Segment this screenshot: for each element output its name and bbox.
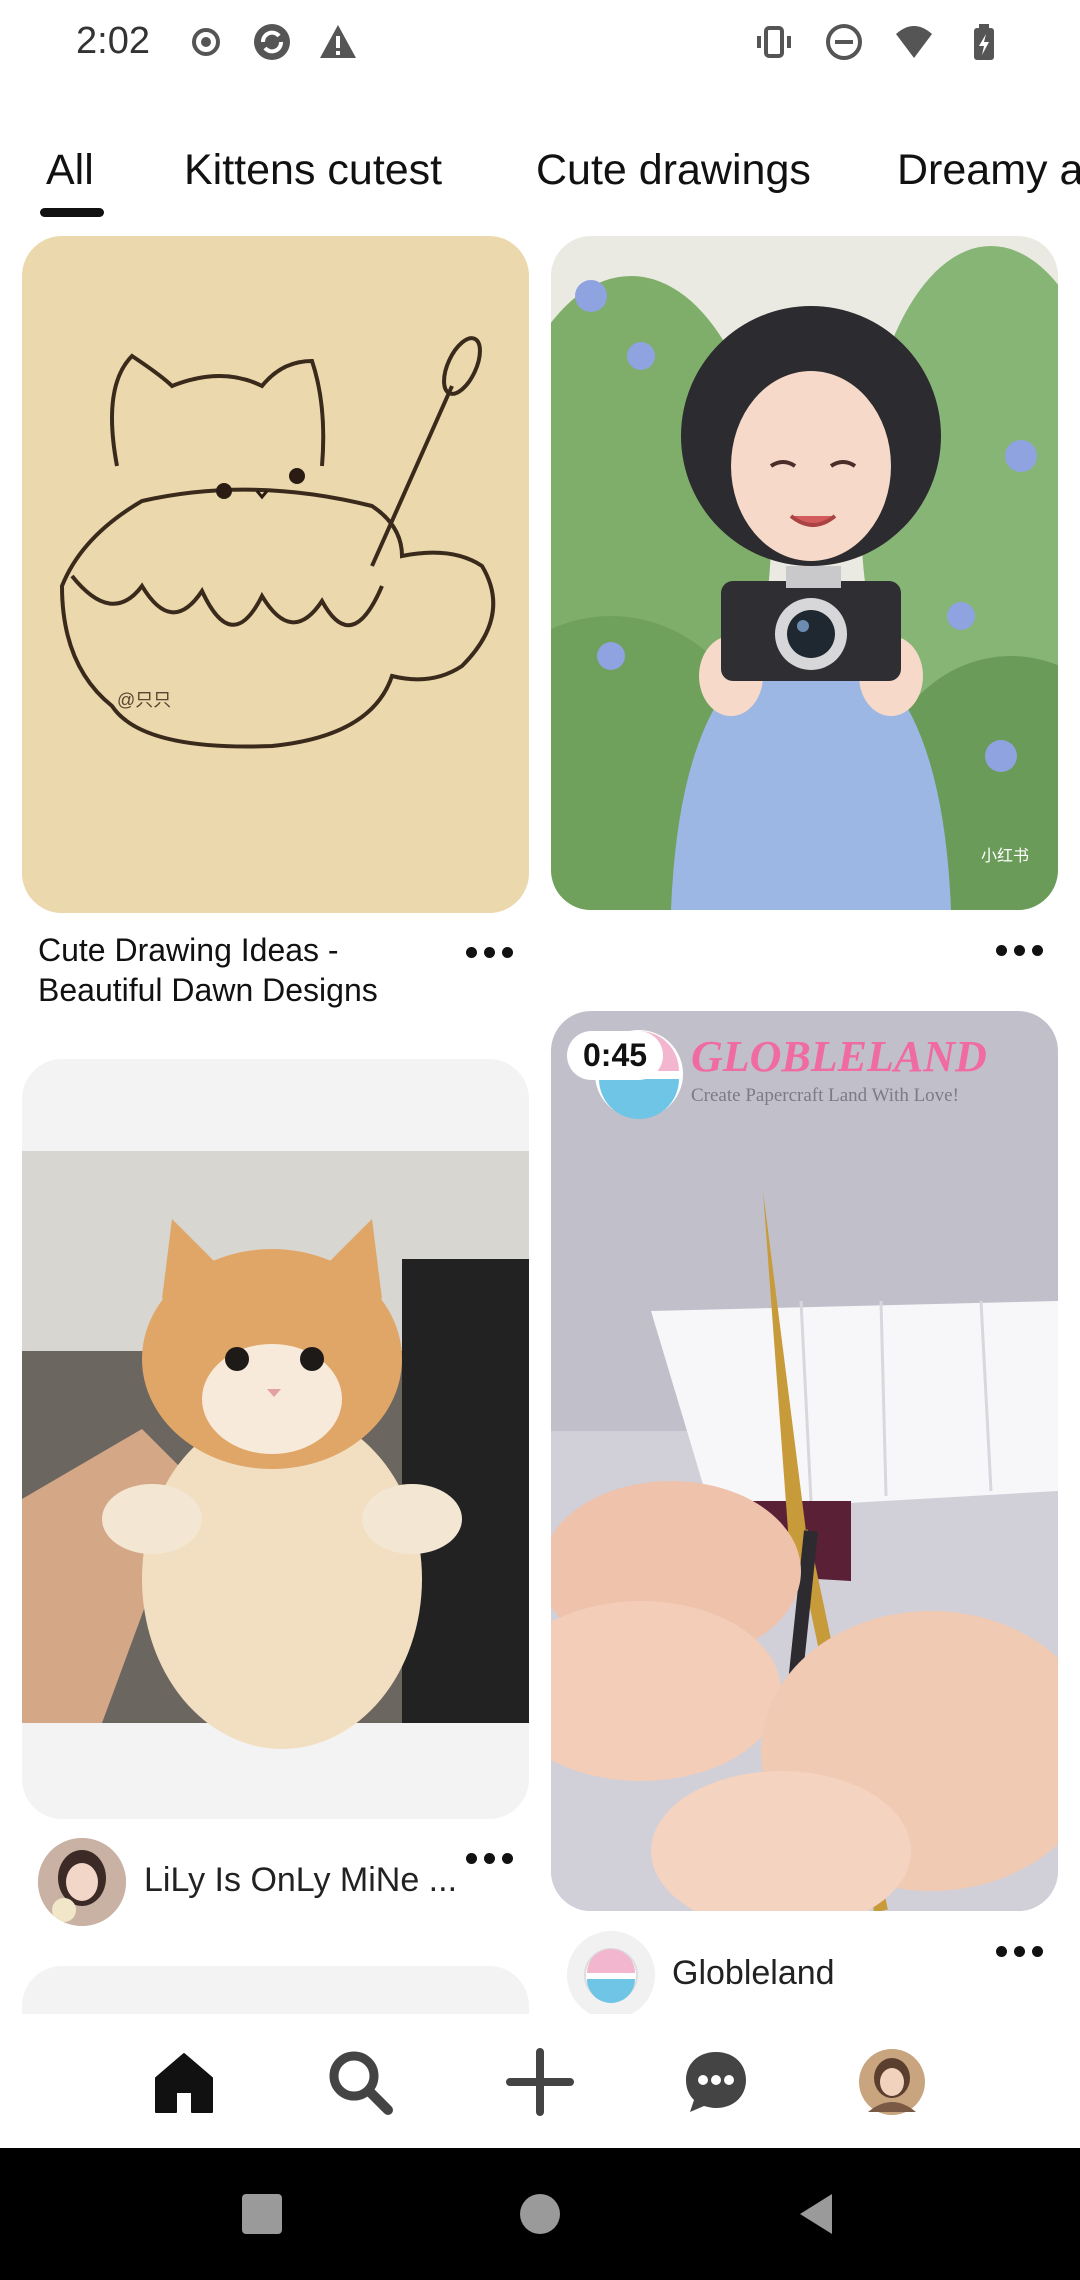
active-tab-indicator [40, 208, 104, 217]
pin-cat-cup-image[interactable]: @只只 [22, 236, 529, 913]
svg-text:@只只: @只只 [117, 690, 171, 710]
status-time: 2:02 [76, 20, 150, 62]
home-icon[interactable] [146, 2044, 222, 2120]
wifi-icon [896, 26, 932, 58]
pin-kitten-author-avatar[interactable] [38, 1838, 126, 1926]
system-navigation-bar [0, 2148, 1080, 2280]
pin-girl-camera-more-button[interactable] [996, 940, 1044, 960]
status-bar: 2:02 [0, 0, 1080, 88]
tab-kittens-cutest[interactable]: Kittens cutest [184, 146, 442, 195]
globleland-overlay-title: GLOBLELAND [691, 1032, 987, 1081]
pin-kitten-more-button[interactable] [466, 1848, 514, 1868]
create-icon[interactable] [502, 2044, 578, 2120]
pin-cat-cup-caption[interactable]: Cute Drawing Ideas - Beautiful Dawn Desi… [38, 930, 438, 1010]
battery-charging-icon [974, 24, 994, 60]
home-system-icon[interactable] [514, 2188, 566, 2240]
pin-feed[interactable]: @只只 Cute Drawing Ideas - Beautiful Dawn … [0, 236, 1080, 2016]
bottom-navigation [0, 2014, 1080, 2148]
search-icon[interactable] [322, 2044, 398, 2120]
pin-kitten-image[interactable] [22, 1059, 529, 1819]
globleland-overlay-subtitle: Create Papercraft Land With Love! [691, 1085, 959, 1106]
pin-cat-cup-more-button[interactable] [466, 942, 514, 962]
do-not-disturb-icon [826, 24, 862, 60]
tab-cute-drawings[interactable]: Cute drawings [536, 146, 811, 195]
back-icon[interactable] [792, 2188, 844, 2240]
pin-globleland-more-button[interactable] [996, 1941, 1044, 1961]
pin-girl-camera-image[interactable]: 小红书 [551, 236, 1058, 910]
tab-dreamy[interactable]: Dreamy a [897, 146, 1080, 195]
record-icon [192, 28, 220, 56]
pin-globleland-author-avatar[interactable] [567, 1931, 655, 2016]
vibrate-icon [757, 26, 791, 58]
pin-globleland-video[interactable]: GLOBLELAND Create Papercraft Land With L… [551, 1011, 1058, 1911]
profile-avatar[interactable] [854, 2044, 930, 2120]
video-duration-badge: 0:45 [567, 1031, 664, 1080]
pin-next-partial[interactable] [22, 1966, 529, 2016]
sync-icon [254, 24, 290, 60]
svg-text:小红书: 小红书 [981, 847, 1029, 865]
tab-all[interactable]: All [46, 146, 94, 195]
board-tabs: All Kittens cutest Cute drawings Dreamy … [0, 138, 1080, 218]
recent-apps-icon[interactable] [236, 2188, 288, 2240]
warning-icon [320, 25, 356, 58]
messages-icon[interactable] [678, 2044, 754, 2120]
pin-globleland-author-name[interactable]: Globleland [672, 1954, 835, 1993]
pin-kitten-author-name[interactable]: LiLy Is OnLy MiNe ... [144, 1861, 457, 1900]
